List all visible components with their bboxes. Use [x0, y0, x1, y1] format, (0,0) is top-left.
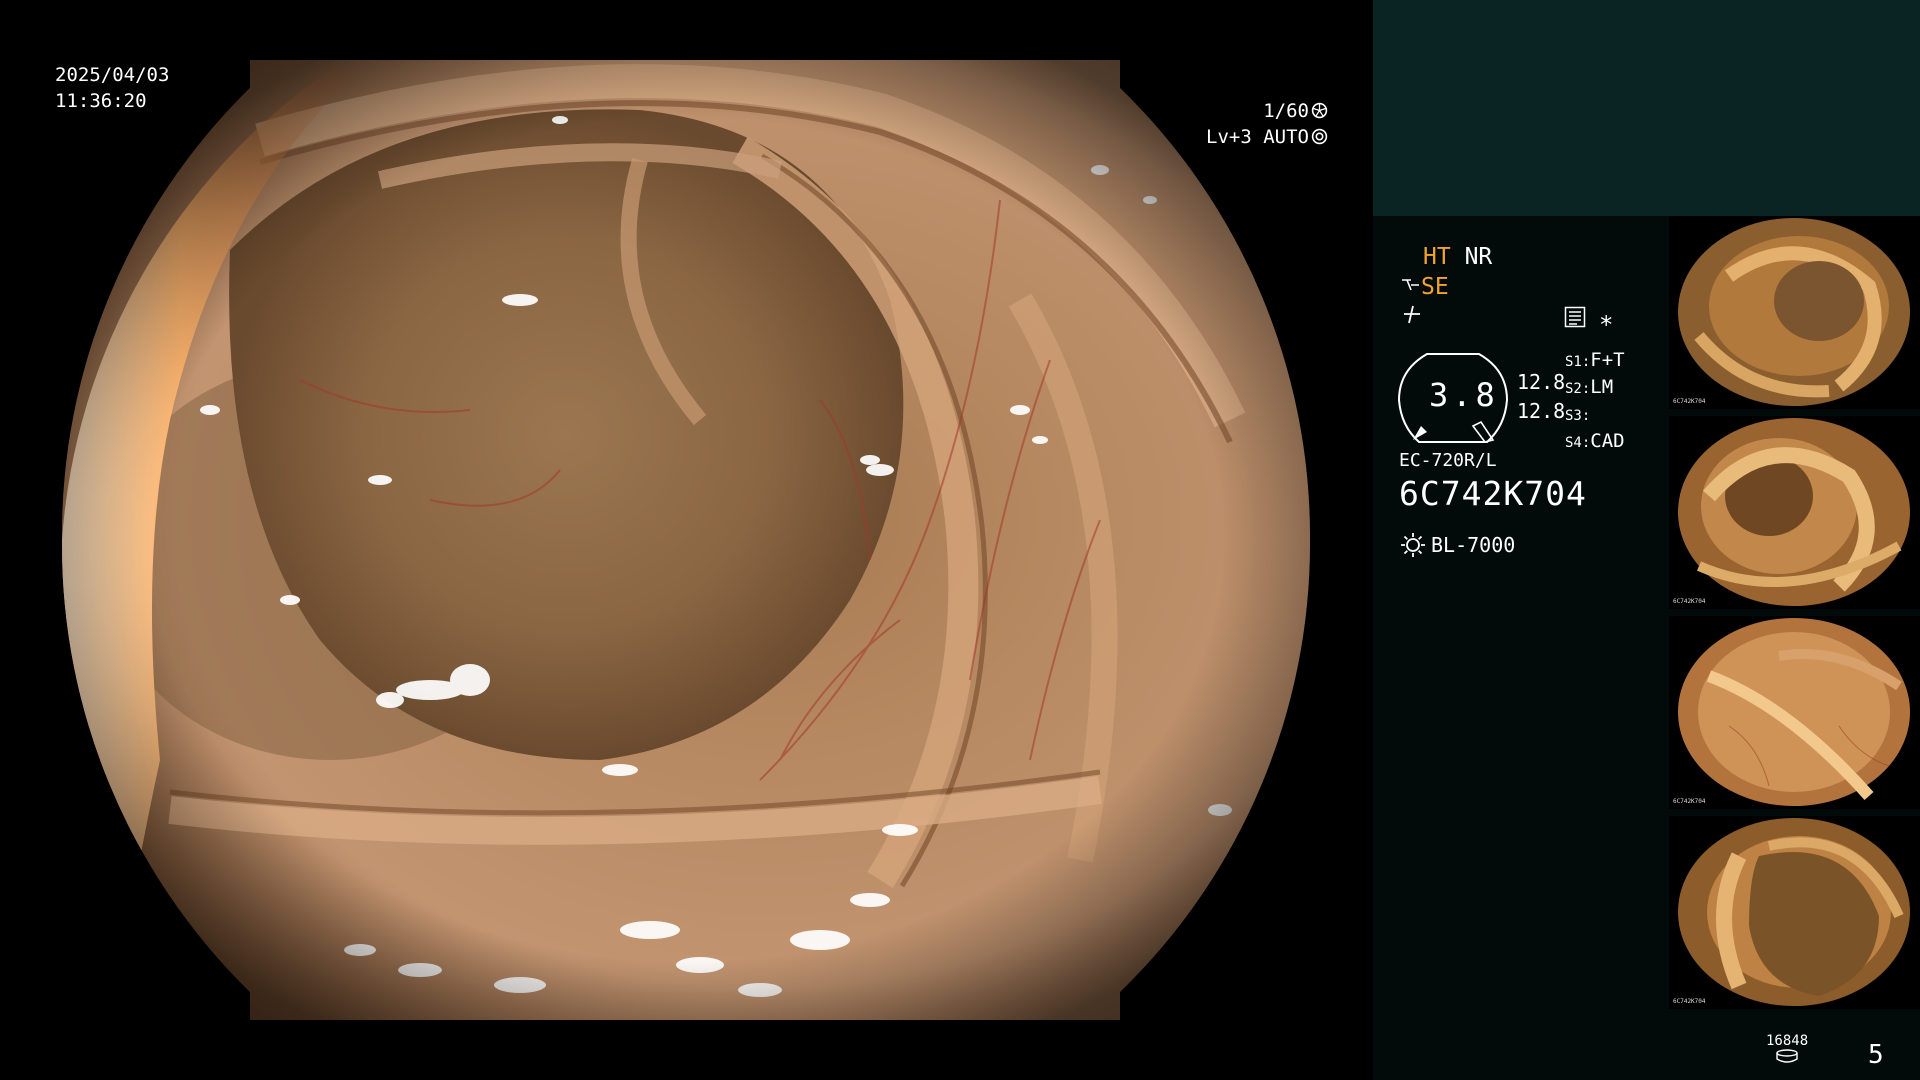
enhancement-level-text: Lv+3 — [1206, 126, 1252, 148]
switch-row-s4: S4:CAD — [1565, 430, 1625, 452]
image-counter-value: 16848 — [1766, 1033, 1809, 1049]
shutter-icon — [1311, 102, 1328, 119]
dial-value: 3.8 — [1429, 376, 1499, 414]
camera-settings-overlay: 1/60 Lv+3 AUTO — [1206, 98, 1328, 150]
capture-thumbnail-4[interactable]: 6C742K704 — [1669, 816, 1920, 1009]
page-number: 5 — [1868, 1040, 1884, 1070]
scope-serial: 6C742K704 — [1399, 474, 1587, 513]
scope-model: EC-720R/L — [1399, 450, 1497, 471]
panel-header-area — [1373, 0, 1920, 216]
light-source-row: BL-7000 — [1399, 531, 1515, 559]
switch-row-s3: S3: — [1565, 408, 1591, 424]
endoscopy-main-view: 2025/04/03 11:36:20 1/60 Lv+3 AUTO — [0, 0, 1373, 1080]
switch-row-s2: S2:LM — [1565, 376, 1614, 398]
capture-thumbnail-1[interactable]: 6C742K704 — [1669, 216, 1920, 409]
light-source-icon — [1401, 533, 1425, 557]
endoscopic-image — [61, 60, 1311, 1020]
shutter-speed-text: 1/60 — [1263, 100, 1309, 122]
nr-label: NR — [1464, 244, 1493, 270]
ht-nr-row: HT NR — [1423, 244, 1492, 270]
star-icon: ∗ — [1599, 306, 1614, 334]
date-text: 2025/04/03 — [55, 64, 170, 86]
se-symbol-icon — [1401, 274, 1421, 300]
capture-thumbnail-3[interactable]: 6C742K704 — [1669, 616, 1920, 809]
function-symbol-icon — [1401, 303, 1423, 331]
se-label: SE — [1421, 274, 1449, 300]
capture-thumbnail-2[interactable]: 6C742K704 — [1669, 416, 1920, 609]
storage-icon — [1776, 1049, 1798, 1063]
time-text: 11:36:20 — [55, 90, 147, 112]
settings-list-icon — [1564, 306, 1586, 328]
light-source-text: BL-7000 — [1431, 533, 1516, 557]
switch-assignment-list: S1:F+T S2:LM S3: S4:CAD — [1565, 348, 1625, 456]
ht-label: HT — [1423, 244, 1451, 270]
iris-mode-text: AUTO — [1263, 126, 1309, 148]
iris-icon — [1311, 128, 1328, 145]
switch-row-s1: S1:F+T — [1565, 349, 1625, 371]
side-value-1: 12.8 — [1517, 370, 1566, 394]
side-value-2: 12.8 — [1517, 399, 1566, 423]
datetime-overlay: 2025/04/03 11:36:20 — [55, 62, 169, 114]
se-row: SE — [1401, 274, 1449, 300]
image-counter: 16848 — [1766, 1033, 1808, 1067]
